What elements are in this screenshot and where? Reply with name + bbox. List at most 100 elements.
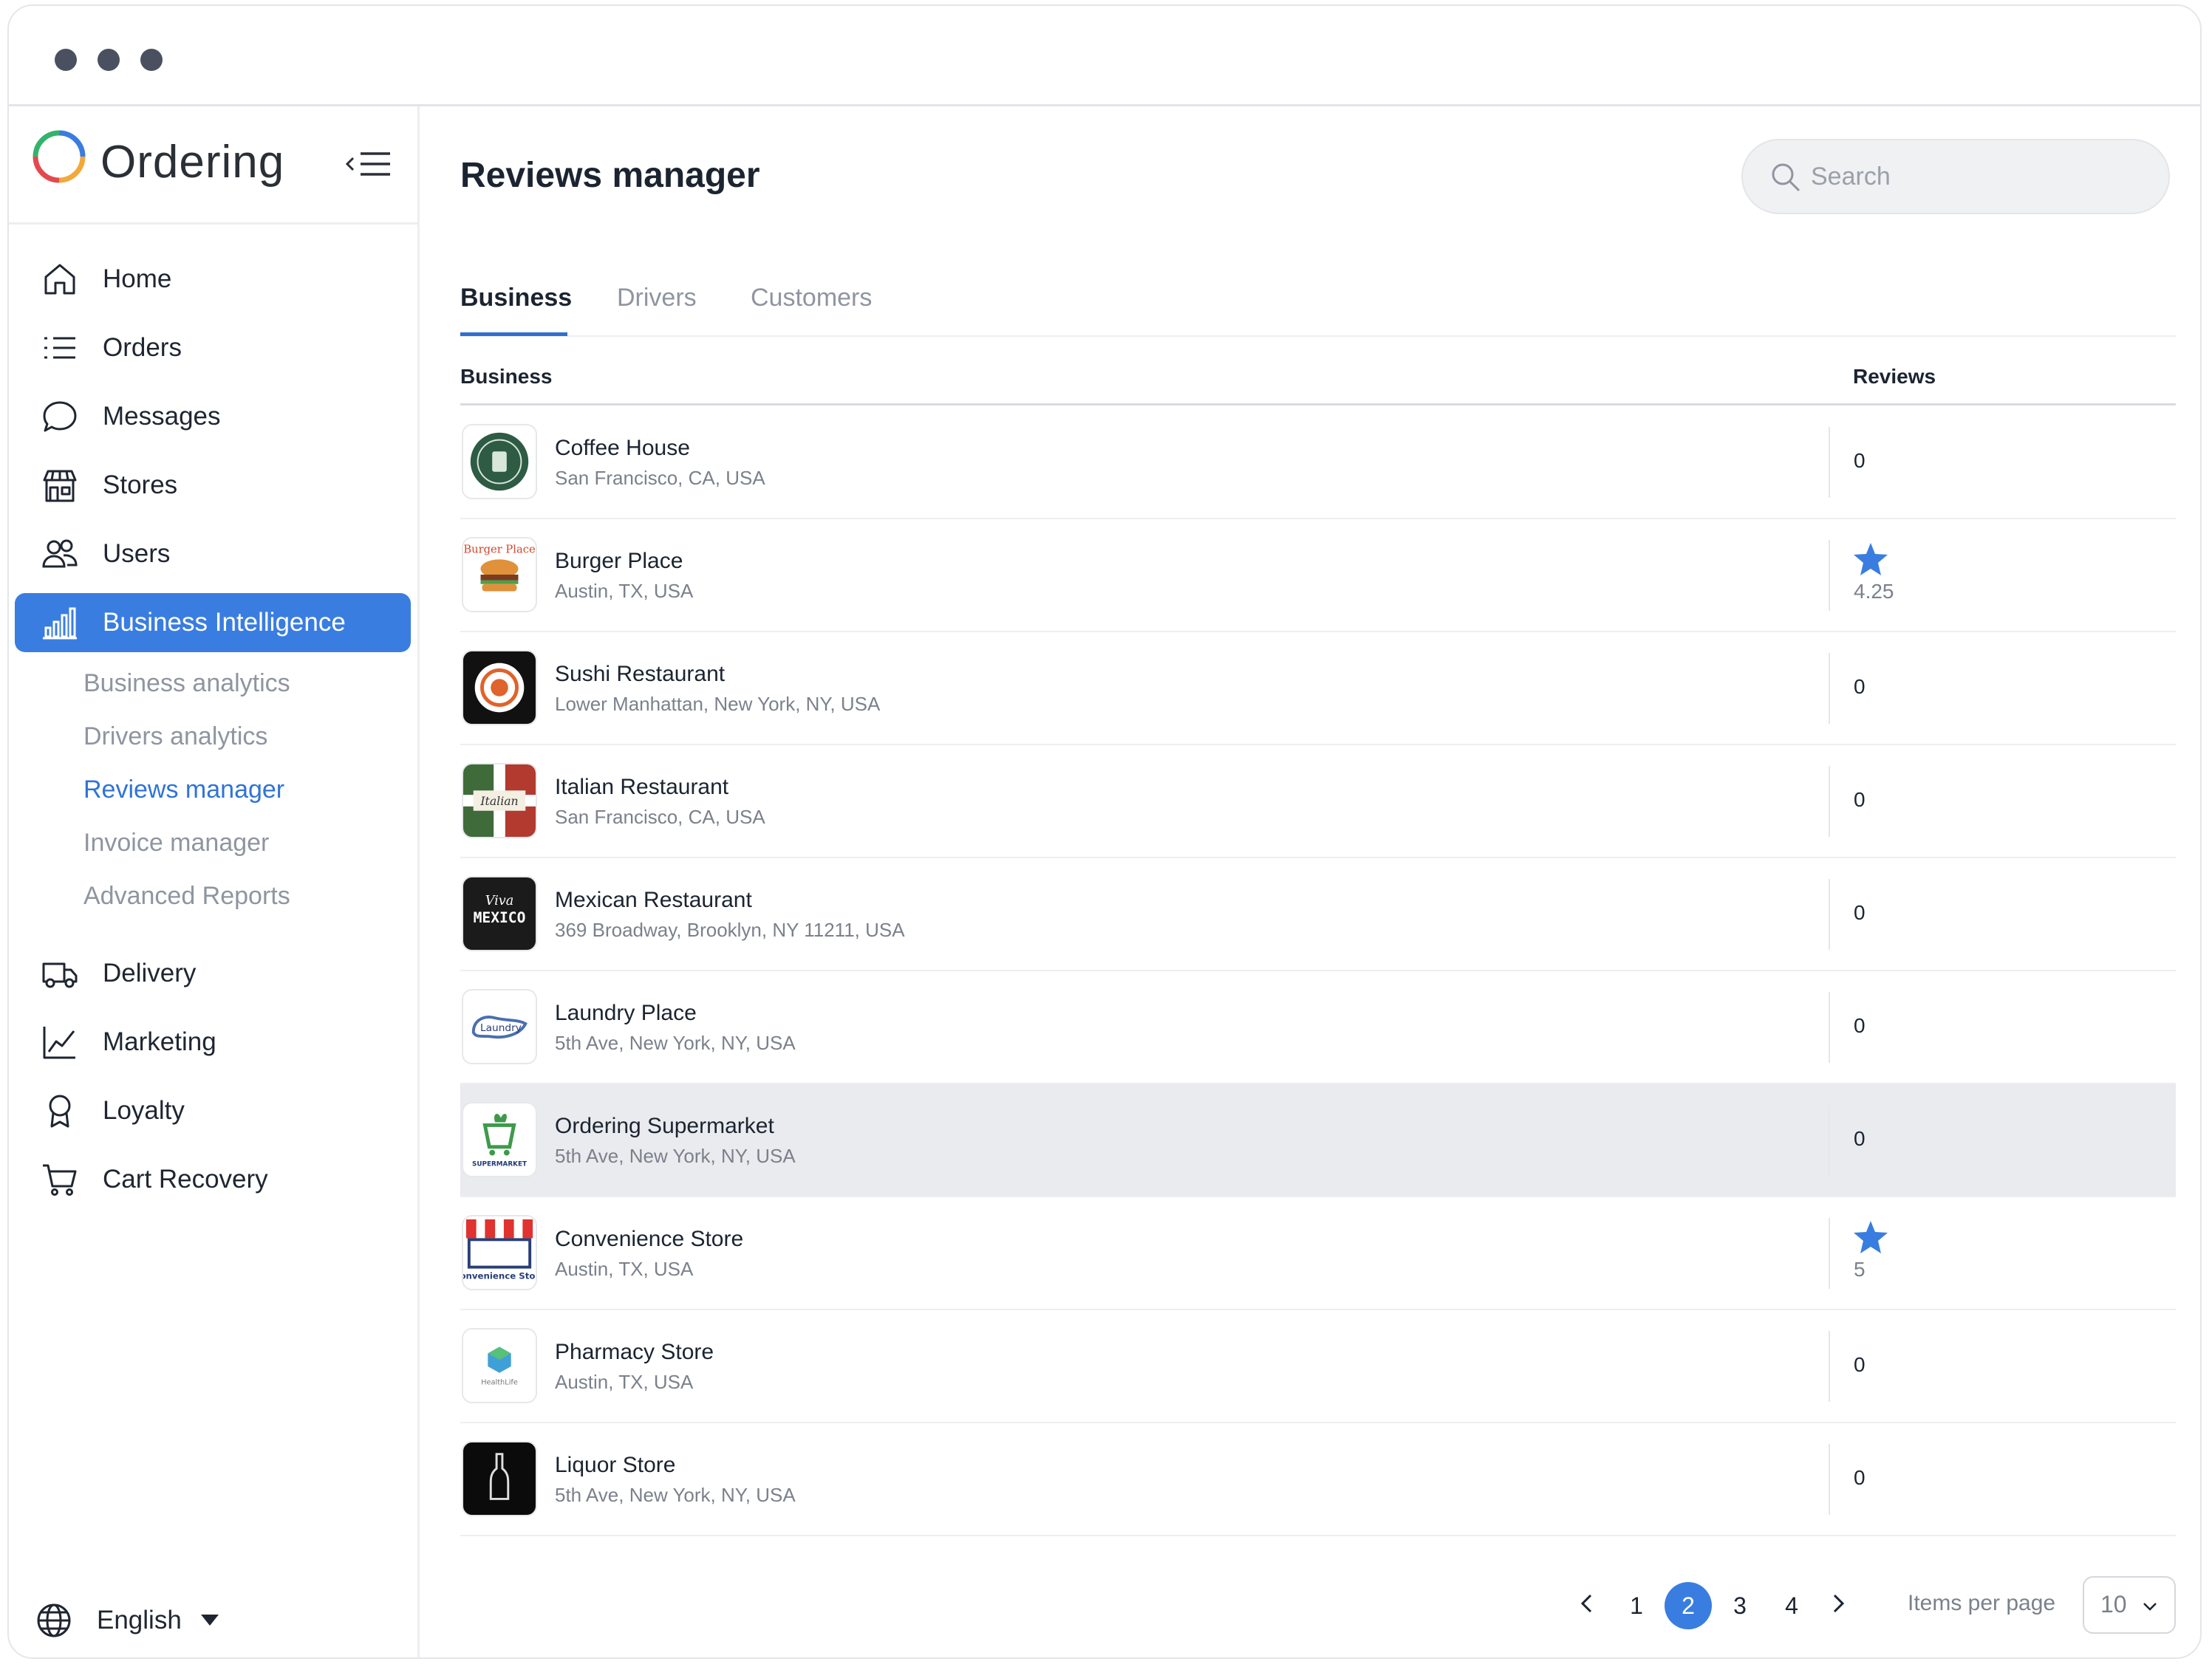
sidebar-item-marketing[interactable]: Marketing [15, 1013, 411, 1072]
items-per-page-select[interactable]: 10 [2083, 1576, 2176, 1634]
next-page-icon[interactable] [1827, 1592, 1849, 1615]
sidebar-item-business-intelligence[interactable]: Business Intelligence [15, 593, 411, 652]
tabs: Business Drivers Customers [460, 273, 2176, 337]
home-icon [44, 264, 75, 295]
tab-customers[interactable]: Customers [751, 284, 872, 312]
business-logo [462, 650, 537, 725]
business-name: Burger Place [555, 549, 683, 573]
subitem-business-analytics[interactable]: Business analytics [83, 669, 290, 698]
window-minimize-dot[interactable] [98, 49, 120, 71]
sidebar-item-users[interactable]: Users [15, 524, 411, 583]
business-address: 369 Broadway, Brooklyn, NY 11211, USA [555, 919, 905, 941]
sidebar-item-cart-recovery[interactable]: Cart Recovery [15, 1150, 411, 1209]
page-4-button[interactable]: 4 [1768, 1582, 1815, 1629]
sidebar-item-stores[interactable]: Stores [15, 456, 411, 515]
ordering-logo-icon [33, 130, 86, 183]
chevron-down-icon [2143, 1603, 2157, 1611]
table-row[interactable]: Laundry Laundry Place 5th Ave, New York,… [460, 971, 2176, 1084]
sidebar-item-label: Marketing [103, 1027, 216, 1056]
tab-drivers[interactable]: Drivers [617, 284, 697, 312]
users-icon [42, 539, 78, 568]
subitem-drivers-analytics[interactable]: Drivers analytics [83, 722, 267, 751]
sidebar-collapse-icon[interactable] [346, 149, 393, 179]
average-rating: 5 [1854, 1258, 1865, 1281]
business-name: Pharmacy Store [555, 1340, 714, 1364]
sidebar-item-label: Stores [103, 470, 178, 499]
search-box[interactable] [1741, 139, 2170, 214]
sidebar-item-delivery[interactable]: Delivery [15, 944, 411, 1003]
column-divider [1829, 992, 1830, 1063]
globe-icon [37, 1603, 71, 1637]
business-name: Italian Restaurant [555, 775, 729, 799]
star-icon [1854, 543, 1888, 575]
award-icon [49, 1095, 71, 1128]
review-count: 0 [1854, 1127, 1865, 1150]
business-address: Austin, TX, USA [555, 580, 694, 602]
subitem-advanced-reports[interactable]: Advanced Reports [83, 882, 290, 911]
table-row[interactable]: Italian Italian Restaurant San Francisco… [460, 745, 2176, 858]
caret-down-icon [201, 1615, 219, 1626]
review-count: 0 [1854, 1014, 1865, 1037]
page-3-button[interactable]: 3 [1716, 1582, 1764, 1629]
subitem-invoice-manager[interactable]: Invoice manager [83, 829, 269, 858]
search-input[interactable] [1811, 154, 2136, 199]
tab-business[interactable]: Business [460, 284, 572, 312]
business-address: Lower Manhattan, New York, NY, USA [555, 693, 881, 715]
trend-icon [43, 1027, 75, 1059]
business-logo: Burger Place [462, 537, 537, 612]
column-divider [1829, 427, 1830, 498]
table-row[interactable]: Liquor Store 5th Ave, New York, NY, USA … [460, 1423, 2176, 1536]
table-row[interactable]: Convenience Store Convenience Store Aust… [460, 1197, 2176, 1310]
brand-header: Ordering [9, 106, 420, 225]
business-logo [462, 424, 537, 499]
brand-name: Ordering [100, 137, 285, 188]
business-name: Liquor Store [555, 1453, 676, 1477]
review-count: 0 [1854, 901, 1865, 924]
sidebar-item-home[interactable]: Home [15, 250, 411, 309]
table-header-divider [460, 403, 2176, 405]
store-icon [43, 470, 77, 502]
business-name: Ordering Supermarket [555, 1114, 774, 1138]
language-label: English [97, 1606, 182, 1635]
window-close-dot[interactable] [55, 49, 77, 71]
svg-text:MEXICO: MEXICO [474, 909, 526, 926]
language-selector[interactable]: English [35, 1598, 219, 1643]
sidebar-item-orders[interactable]: Orders [15, 318, 411, 377]
sidebar-item-label: Business Intelligence [103, 608, 346, 637]
svg-text:Burger Place: Burger Place [463, 544, 535, 556]
table-row[interactable]: Viva MEXICO Mexican Restaurant 369 Broadw… [460, 858, 2176, 971]
business-logo [462, 1441, 537, 1516]
window-maximize-dot[interactable] [140, 49, 163, 71]
sidebar-item-loyalty[interactable]: Loyalty [15, 1081, 411, 1140]
page-2-button[interactable]: 2 [1665, 1582, 1712, 1629]
table-row[interactable]: Coffee House San Francisco, CA, USA 0 [460, 406, 2176, 519]
sidebar: Ordering Home Orders Messages Stores Use… [9, 106, 420, 1657]
subitem-reviews-manager[interactable]: Reviews manager [83, 776, 284, 804]
page-1-button[interactable]: 1 [1613, 1582, 1660, 1629]
sidebar-item-messages[interactable]: Messages [15, 387, 411, 446]
table-row[interactable]: Sushi Restaurant Lower Manhattan, New Yo… [460, 632, 2176, 745]
items-per-page-label: Items per page [1908, 1591, 2056, 1615]
table-row[interactable]: SUPERMARKET Ordering Supermarket 5th Ave… [460, 1084, 2176, 1197]
table-row[interactable]: HealthLife Pharmacy Store Austin, TX, US… [460, 1310, 2176, 1423]
previous-page-icon[interactable] [1576, 1592, 1598, 1615]
business-address: 5th Ave, New York, NY, USA [555, 1145, 796, 1167]
svg-text:Convenience Store: Convenience Store [463, 1270, 536, 1281]
review-count: 0 [1854, 1353, 1865, 1376]
review-count: 0 [1854, 788, 1865, 811]
sidebar-item-label: Delivery [103, 959, 197, 987]
svg-text:Viva: Viva [485, 894, 514, 908]
column-divider [1829, 879, 1830, 950]
table-row[interactable]: Burger Place Burger Place Austin, TX, US… [460, 519, 2176, 632]
business-name: Laundry Place [555, 1001, 697, 1025]
business-logo: Convenience Store [462, 1215, 537, 1290]
page-title: Reviews manager [460, 156, 760, 195]
sidebar-item-label: Orders [103, 333, 182, 362]
column-divider [1829, 1331, 1830, 1402]
business-name: Coffee House [555, 436, 690, 460]
star-icon [1854, 1221, 1888, 1253]
column-divider [1829, 1218, 1830, 1289]
column-divider [1829, 1444, 1830, 1515]
review-count: 0 [1854, 675, 1865, 698]
business-name: Mexican Restaurant [555, 888, 752, 912]
